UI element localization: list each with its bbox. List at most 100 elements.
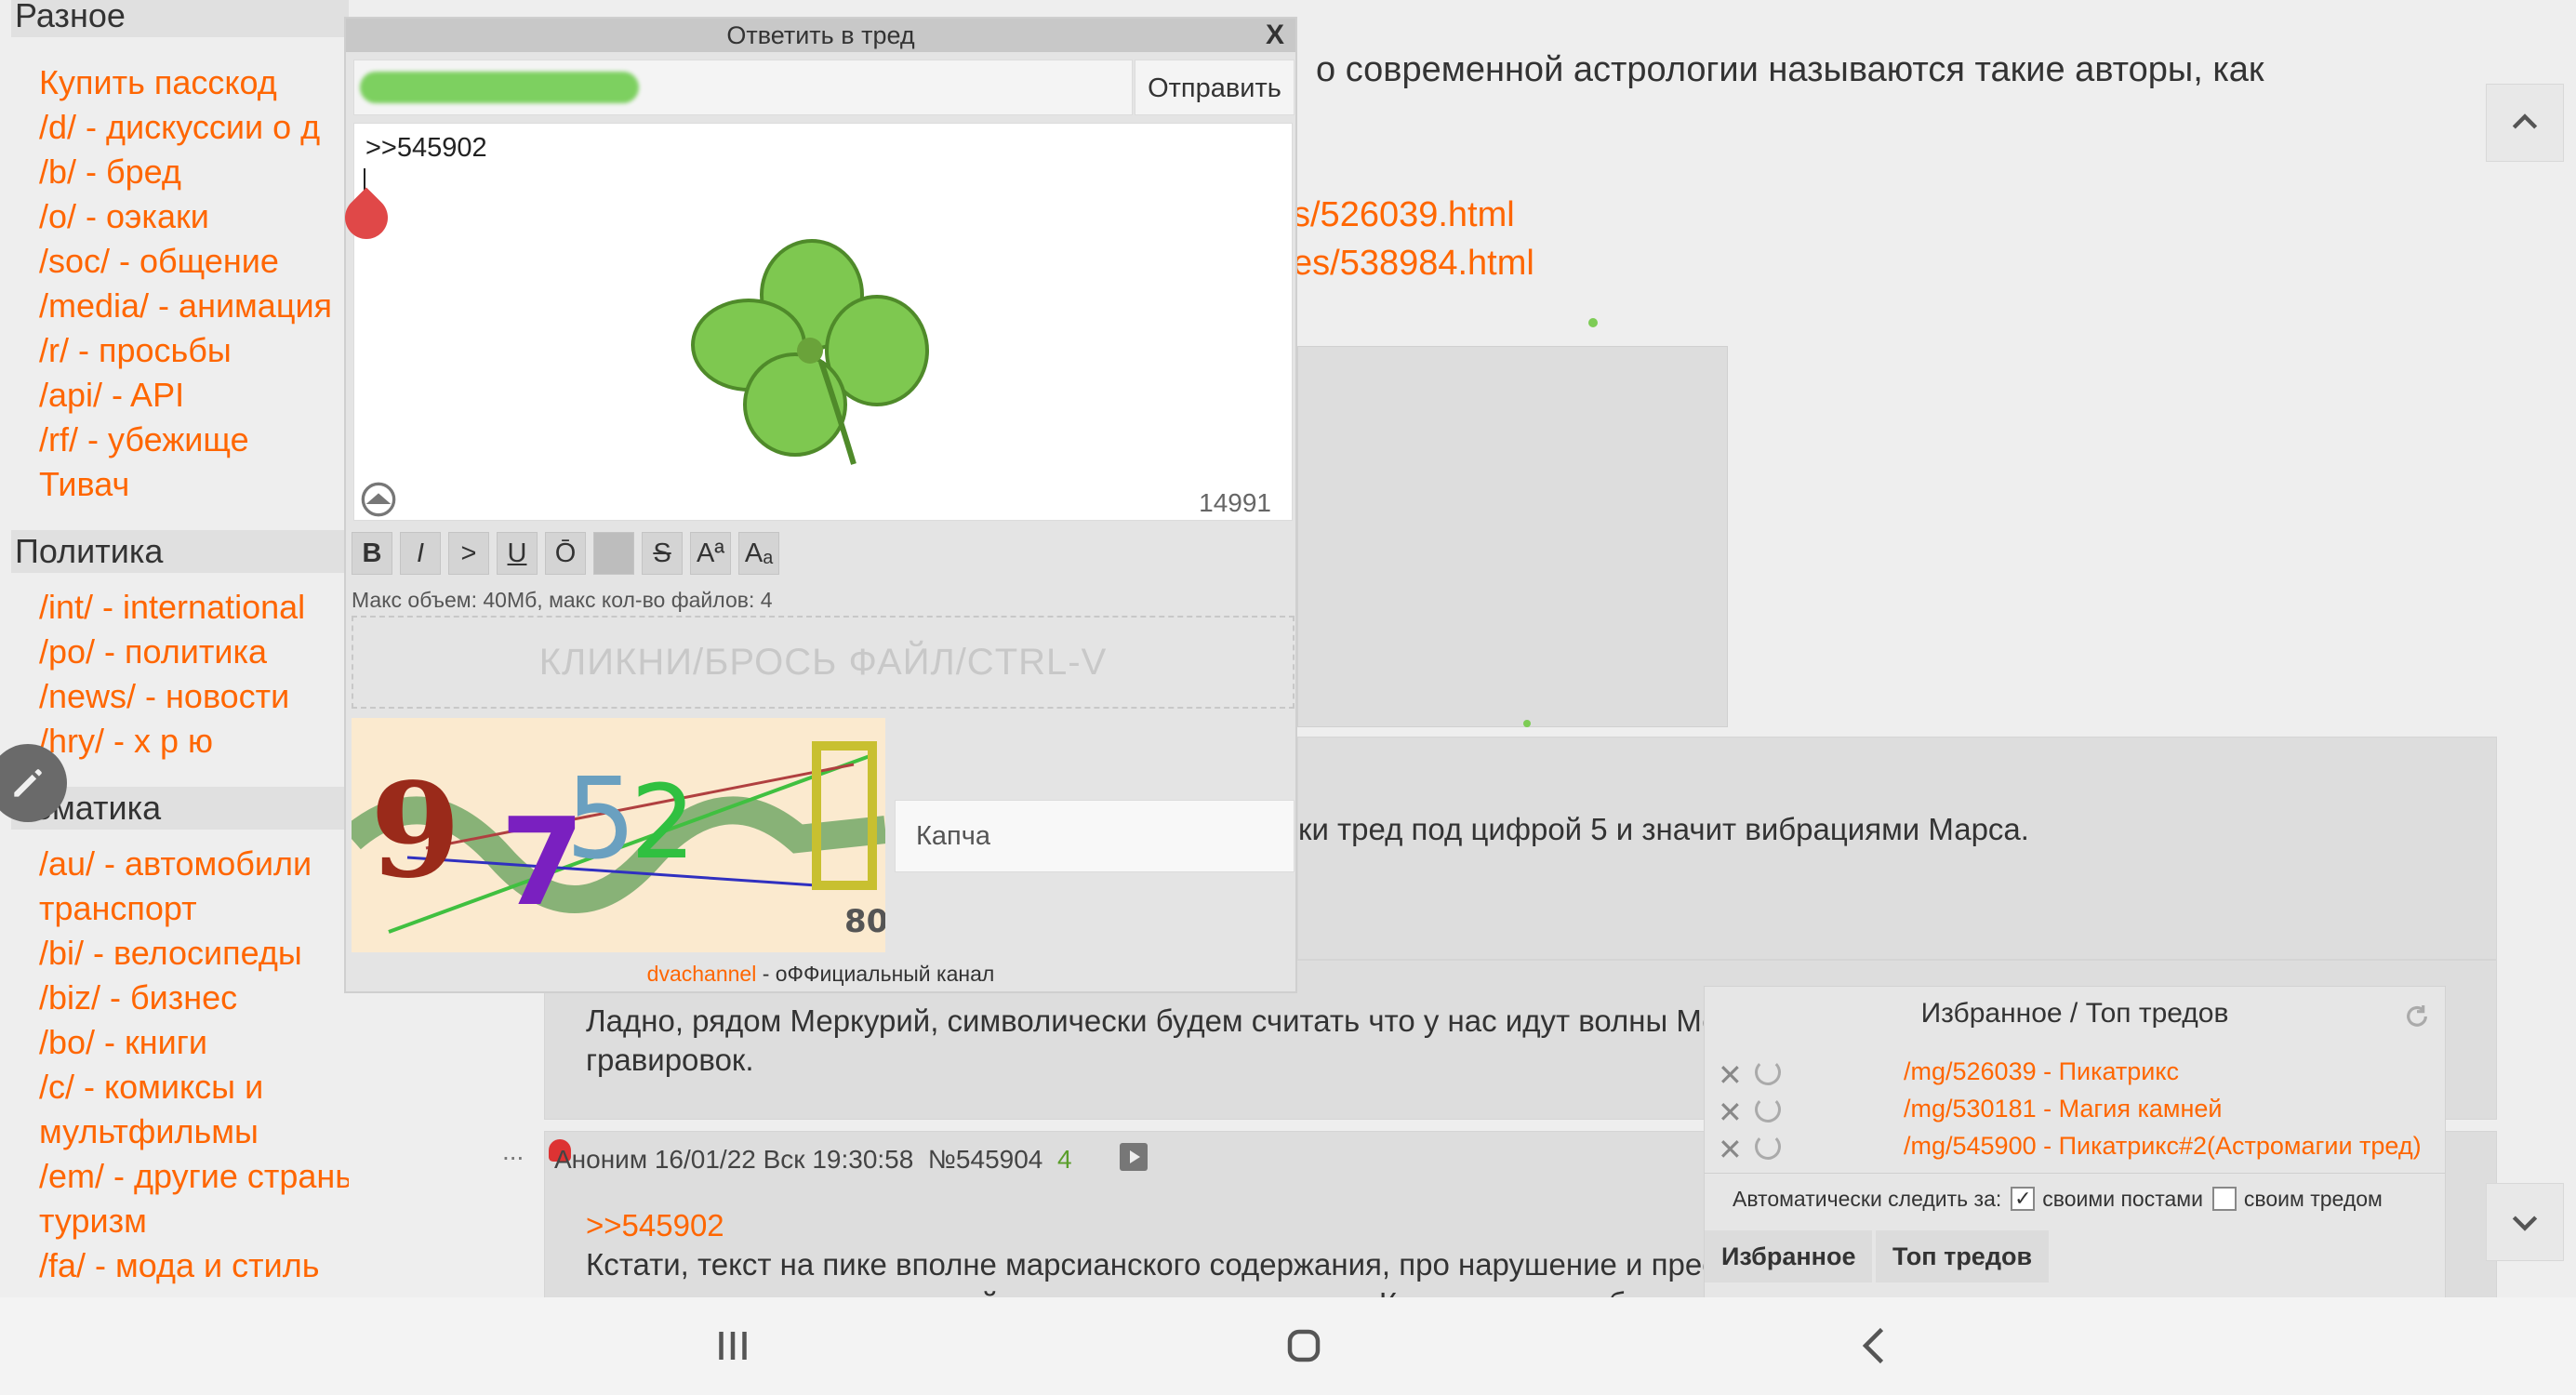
menu-link[interactable]: транспорт <box>39 887 197 930</box>
scroll-down-button[interactable] <box>2486 1183 2564 1261</box>
menu-section-title: Разное <box>11 0 349 37</box>
channel-link[interactable]: dvachannel <box>647 962 757 986</box>
post-link[interactable]: es/538984.html <box>1293 244 1534 284</box>
menu-link[interactable]: /b/ - бред <box>39 151 181 193</box>
message-textarea[interactable]: >>545902 14991 <box>336 123 1293 521</box>
menu-link[interactable]: мультфильмы <box>39 1110 259 1153</box>
favorite-link[interactable]: /mg/526039 - Пикатрикс <box>1904 1057 2179 1086</box>
menu-link[interactable]: /hry/ - х р ю <box>39 720 213 763</box>
menu-link[interactable]: Купить пасскод <box>39 61 277 104</box>
menu-link[interactable]: /biz/ - бизнес <box>39 976 237 1019</box>
menu-link[interactable]: /po/ - политика <box>39 631 267 673</box>
menu-link[interactable]: /soc/ - общение <box>39 240 279 283</box>
captcha-image[interactable]: 9 7 5 2 80 <box>342 718 888 952</box>
menu-link[interactable]: /c/ - комиксы и <box>39 1066 263 1109</box>
own-thread-checkbox[interactable] <box>2211 1186 2237 1211</box>
board-menu: Разное Купить пасскод /d/ - дискуссии о … <box>0 0 349 1297</box>
post-author: Аноним <box>554 1145 648 1174</box>
menu-link[interactable]: туризм <box>39 1200 147 1242</box>
name-field[interactable] <box>353 60 1133 115</box>
menu-link[interactable]: /d/ - дискуссии о д <box>39 106 320 149</box>
recent-apps-icon[interactable] <box>705 1318 761 1374</box>
clover-image <box>691 239 929 465</box>
menu-link[interactable]: /news/ - новости <box>39 675 289 718</box>
text-handle-icon[interactable] <box>336 187 397 248</box>
menu-link[interactable]: /rf/ - убежище <box>39 418 249 461</box>
own-thread-label: своим тредом <box>2243 1187 2383 1211</box>
menu-link[interactable]: /au/ - автомобили <box>39 843 312 885</box>
menu-link[interactable]: /api/ - API <box>39 374 184 417</box>
reply-link[interactable]: >>545902 <box>586 1206 724 1245</box>
update-icon[interactable] <box>1755 1059 1781 1085</box>
overline-button[interactable]: Ō <box>545 532 586 575</box>
menu-link[interactable]: /r/ - просьбы <box>39 329 232 372</box>
update-icon[interactable] <box>1755 1134 1781 1160</box>
chevron-up-icon <box>2512 113 2538 129</box>
menu-link[interactable]: /em/ - другие страны и <box>39 1155 349 1198</box>
system-nav-bar <box>0 1297 2576 1395</box>
tab-top-threads[interactable]: Топ тредов <box>1876 1230 2050 1282</box>
favorite-item: ✕ /mg/530181 - Магия камней <box>1712 1093 2437 1130</box>
menu-link[interactable]: Тивач <box>39 463 129 506</box>
divider <box>1705 1173 2445 1174</box>
auto-watch-label: Автоматически следить за: <box>1733 1187 2002 1211</box>
redacted-name <box>360 72 639 103</box>
send-button[interactable]: Отправить <box>1135 60 1295 115</box>
drawing-icon[interactable] <box>360 481 397 518</box>
menu-link[interactable]: /bo/ - книги <box>39 1021 207 1064</box>
back-icon[interactable] <box>1847 1318 1903 1374</box>
italic-button[interactable]: I <box>400 532 441 575</box>
play-icon[interactable] <box>1120 1143 1148 1171</box>
post-body-line: Кстати, текст на пике вполне марсианског… <box>586 1247 1737 1282</box>
upload-limits: Макс объем: 40Мб, макс кол-во файлов: 4 <box>352 588 773 612</box>
menu-link[interactable]: /o/ - оэкаки <box>39 195 209 238</box>
post-body-line: Ладно, рядом Меркурий, символически буде… <box>586 1003 1736 1038</box>
svg-text:5: 5 <box>565 755 636 884</box>
favorite-link[interactable]: /mg/530181 - Магия камней <box>1904 1095 2222 1123</box>
close-button[interactable]: X <box>1266 19 1284 52</box>
reply-form-title-text: Ответить в тред <box>726 21 915 49</box>
green-dot <box>1523 720 1531 727</box>
reply-form-title[interactable]: Ответить в тред X <box>346 19 1295 52</box>
green-dot <box>1588 318 1598 327</box>
superscript-button[interactable]: Aª <box>690 532 731 575</box>
remove-favorite-icon[interactable]: ✕ <box>1718 1057 1743 1093</box>
menu-link[interactable]: /int/ - international <box>39 586 305 629</box>
channel-text: - оФФициальный канал <box>756 962 995 986</box>
post-menu-ellipsis[interactable]: ... <box>502 1136 524 1166</box>
refresh-icon[interactable] <box>2402 1002 2432 1031</box>
auto-watch-row: Автоматически следить за: ✓ своими постами… <box>1733 1186 2383 1213</box>
menu-section-title: Политика <box>11 530 349 573</box>
chevron-down-icon <box>2512 1216 2538 1231</box>
post-reply-count[interactable]: 4 <box>1057 1145 1072 1174</box>
post-link[interactable]: s/526039.html <box>1293 195 1515 235</box>
own-posts-checkbox[interactable]: ✓ <box>2011 1186 2036 1211</box>
menu-link[interactable]: /fa/ - мода и стиль <box>39 1244 320 1287</box>
tab-favorites[interactable]: Избранное <box>1705 1230 1873 1282</box>
menu-link[interactable]: /bi/ - велосипеды <box>39 932 302 975</box>
post-body-line: гравировок. <box>586 1043 754 1077</box>
op-post-text: о современной астрологии называются таки… <box>1316 50 2264 89</box>
strike-button[interactable]: S <box>642 532 683 575</box>
svg-text:2: 2 <box>631 763 696 882</box>
menu-link[interactable]: /media/ - анимация <box>39 285 332 327</box>
favorites-title: Избранное / Топ тредов <box>1920 998 2229 1029</box>
remove-favorite-icon[interactable]: ✕ <box>1718 1095 1743 1130</box>
subscript-button[interactable]: Aₐ <box>738 532 779 575</box>
remove-favorite-icon[interactable]: ✕ <box>1718 1132 1743 1167</box>
favorite-link[interactable]: /mg/545900 - Пикатрикс#2(Астромагии тред… <box>1904 1132 2422 1161</box>
file-drop-zone[interactable]: КЛИКНИ/БРОСЬ ФАЙЛ/CTRL-V <box>352 616 1295 709</box>
bold-button[interactable]: B <box>352 532 392 575</box>
scroll-up-button[interactable] <box>2486 84 2564 162</box>
home-icon[interactable] <box>1276 1318 1332 1374</box>
underline-button[interactable]: U <box>497 532 538 575</box>
post-body: ки тред под цифрой 5 и значит вибрациями… <box>1298 812 2029 846</box>
spoiler-button[interactable] <box>593 532 634 575</box>
post-body-line: естественная, а вот он какой перевод сло… <box>586 1284 1739 1297</box>
post-number[interactable]: №545904 <box>928 1145 1042 1174</box>
quote-button[interactable]: > <box>448 532 489 575</box>
update-icon[interactable] <box>1755 1096 1781 1123</box>
captcha-input[interactable]: Капча <box>895 800 1295 872</box>
svg-text:9: 9 <box>370 755 460 908</box>
svg-text:80: 80 <box>844 903 885 940</box>
